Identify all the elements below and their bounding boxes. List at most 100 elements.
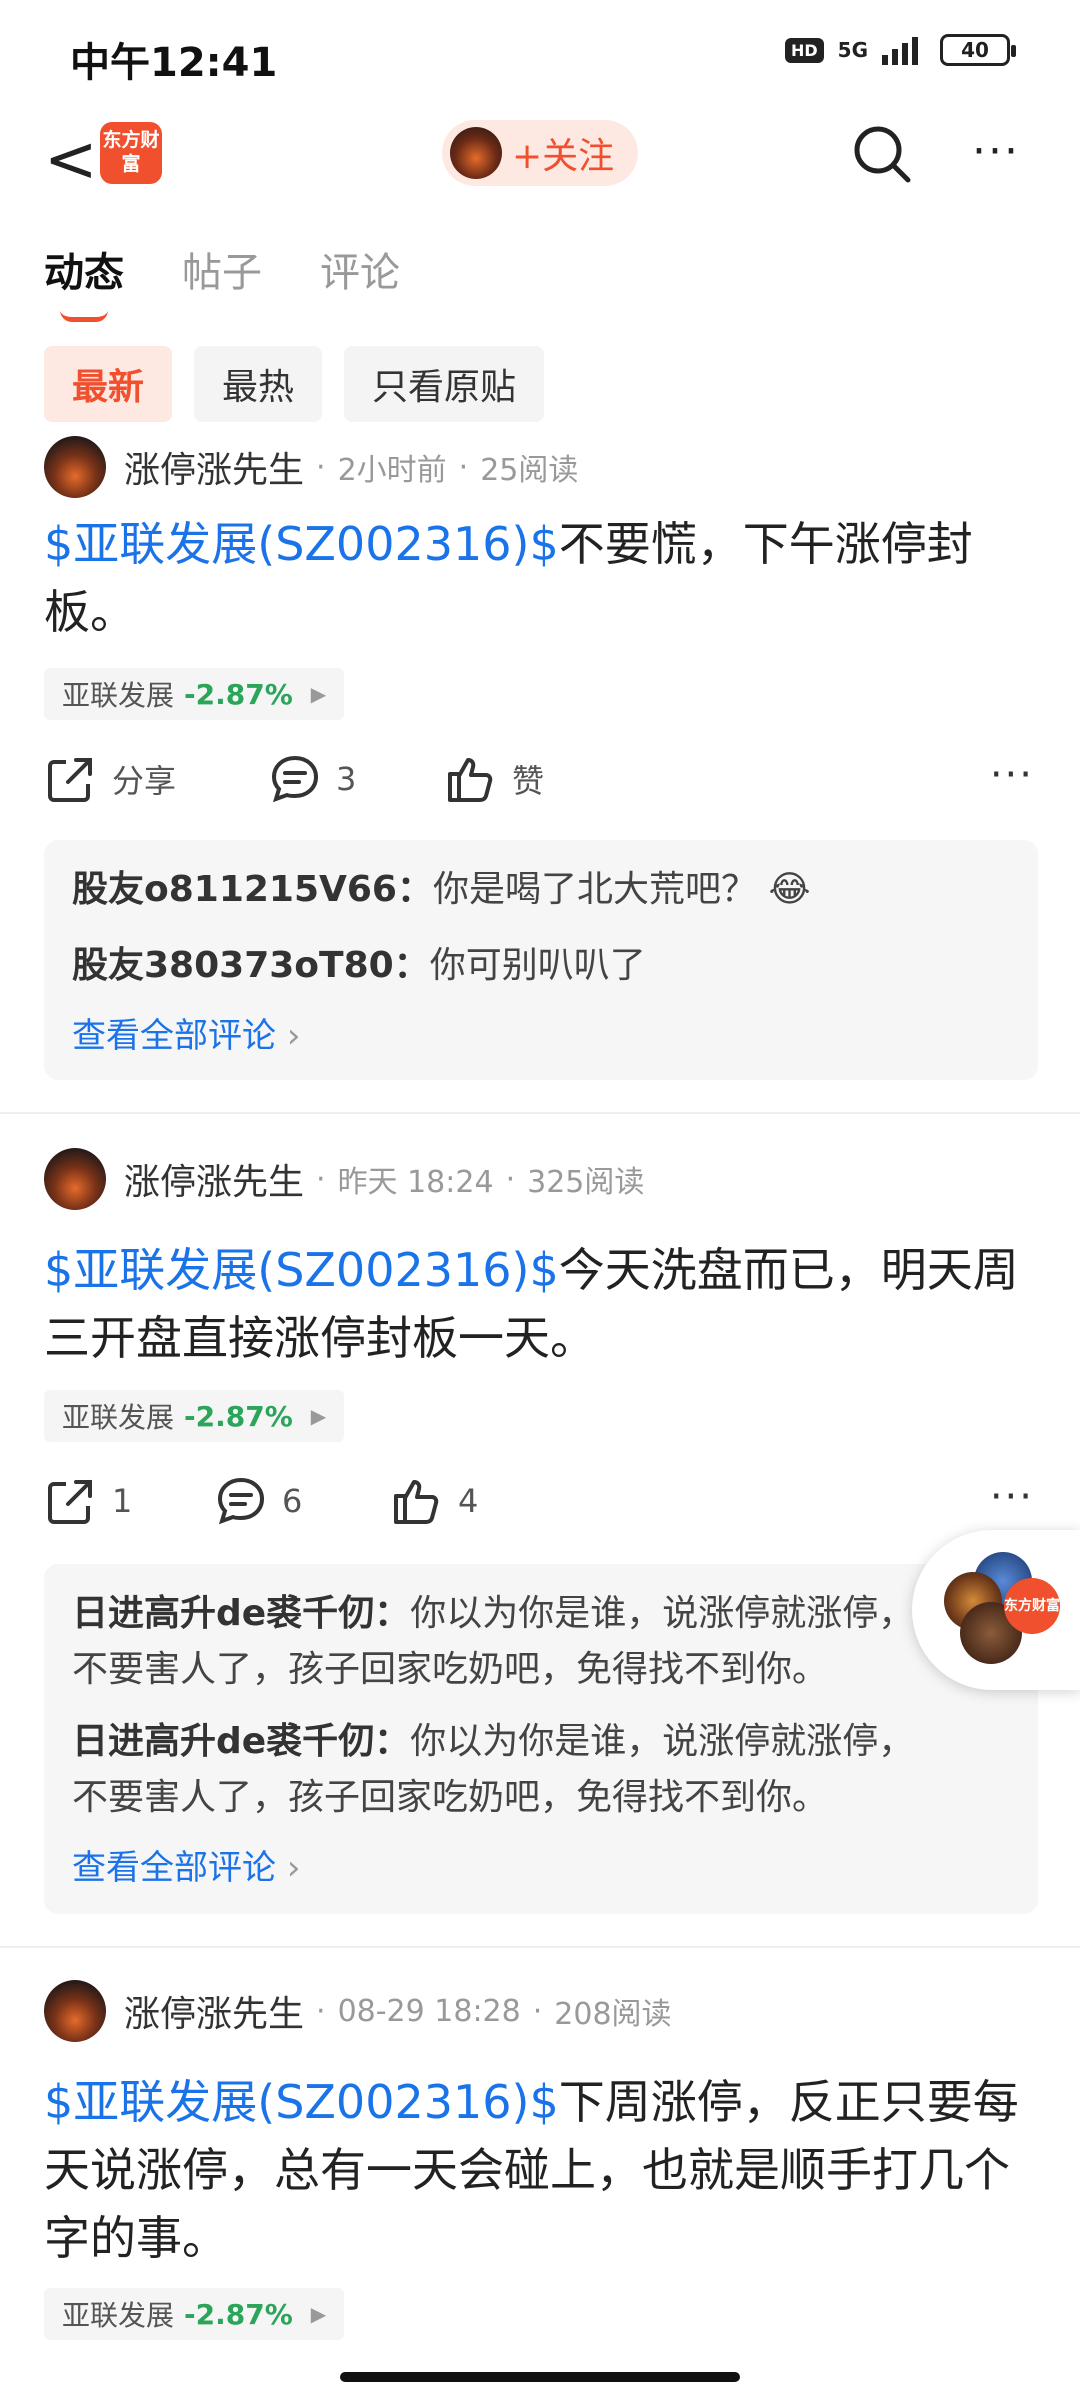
- tab-bar: 动态 帖子 评论: [44, 240, 400, 322]
- chevron-right-icon: ›: [286, 1848, 301, 1888]
- comment-user[interactable]: 股友o811215V66：: [72, 869, 433, 910]
- search-icon[interactable]: [852, 124, 912, 184]
- stock-tag[interactable]: $亚联发展(SZ002316)$: [44, 1243, 559, 1297]
- view-all-label: 查看全部评论: [72, 1016, 276, 1056]
- meta-sep: ·: [316, 449, 326, 485]
- comment-item: 日进高升de裘千仞：你以为你是谁，说涨停就涨停，不要害人了，孩子回家吃奶吧，免得…: [72, 1714, 1010, 1826]
- follow-button[interactable]: +关注: [442, 120, 638, 186]
- comment-button[interactable]: 6: [214, 1474, 302, 1528]
- tab-pinglun[interactable]: 评论: [320, 240, 400, 298]
- comment-item: 股友o811215V66：你是喝了北大荒吧？ 😂: [72, 862, 1010, 918]
- comment-preview[interactable]: 股友o811215V66：你是喝了北大荒吧？ 😂 股友380373oT80：你可…: [44, 840, 1038, 1080]
- post-time: 2小时前: [337, 453, 447, 488]
- read-count: 325阅读: [527, 1165, 645, 1200]
- stock-change: -2.87%: [184, 2297, 293, 2331]
- like-label: 赞: [512, 762, 545, 800]
- post-time: 08-29 18:28: [337, 1993, 521, 2029]
- back-icon[interactable]: <: [44, 128, 98, 192]
- avatar[interactable]: [44, 436, 106, 498]
- view-all-label: 查看全部评论: [72, 1848, 276, 1888]
- chevron-right-icon: ▶: [310, 1404, 327, 1428]
- laugh-emoji-icon: 😂: [768, 869, 811, 910]
- stock-chip[interactable]: 亚联发展 -2.87% ▶: [44, 2288, 345, 2340]
- comment-preview[interactable]: 日进高升de裘千仞：你以为你是谁，说涨停就涨停，不要害人了，孩子回家吃奶吧，免得…: [44, 1564, 1038, 1914]
- share-icon: [48, 1480, 92, 1524]
- share-count: 1: [112, 1482, 133, 1520]
- tab-label: 动态: [44, 250, 124, 296]
- chevron-right-icon: ›: [286, 1016, 301, 1056]
- stock-change: -2.87%: [184, 1399, 293, 1433]
- read-count: 25阅读: [480, 453, 579, 488]
- like-button[interactable]: 4: [390, 1474, 478, 1528]
- comment-text: 你可别叭叭了: [429, 945, 646, 986]
- action-bar: 1 6 4 ···: [44, 1474, 1034, 1544]
- view-all-comments-link[interactable]: 查看全部评论 ›: [72, 1008, 1010, 1057]
- comment-text: 你是喝了北大荒吧？: [433, 869, 758, 910]
- like-button[interactable]: 赞: [444, 752, 544, 806]
- app-logo: 东方财富: [100, 122, 162, 184]
- read-count: 208阅读: [554, 1997, 672, 2032]
- home-indicator[interactable]: [340, 2372, 740, 2382]
- comment-count: 3: [336, 760, 357, 798]
- comment-user[interactable]: 日进高升de裘千仞：: [72, 1721, 410, 1762]
- top-nav: < 东方财富 +关注 ···: [0, 110, 1080, 240]
- meta-sep: ·: [316, 1993, 326, 2029]
- comment-user[interactable]: 股友380373oT80：: [72, 945, 430, 986]
- tab-dongtai[interactable]: 动态: [44, 240, 124, 322]
- thumbs-up-icon: [448, 758, 493, 802]
- meta-sep: ·: [532, 1993, 543, 2029]
- more-icon[interactable]: ···: [990, 1474, 1034, 1520]
- comment-icon: [217, 1477, 265, 1525]
- chevron-right-icon: ▶: [310, 682, 327, 706]
- comment-user[interactable]: 日进高升de裘千仞：: [72, 1593, 410, 1634]
- post-body[interactable]: $亚联发展(SZ002316)$今天洗盘而已，明天周三开盘直接涨停封板一天。: [44, 1236, 1034, 1372]
- follow-label: +关注: [512, 136, 615, 177]
- view-all-comments-link[interactable]: 查看全部评论 ›: [72, 1840, 1010, 1889]
- filter-bar: 最新 最热 只看原贴: [44, 346, 545, 422]
- stock-name: 亚联发展: [62, 1401, 175, 1434]
- action-bar: 分享 3 赞 ···: [44, 752, 1034, 822]
- network-icon: 5G: [837, 38, 868, 62]
- more-icon[interactable]: ···: [972, 126, 1020, 177]
- thumbs-up-icon: [394, 1480, 439, 1524]
- comment-button[interactable]: 3: [268, 752, 356, 806]
- post-meta: 涨停涨先生 · 08-29 18:28 · 208阅读: [44, 1980, 672, 2042]
- filter-latest[interactable]: 最新: [44, 346, 173, 422]
- author-name[interactable]: 涨停涨先生: [124, 1985, 304, 2037]
- avatar[interactable]: [44, 1980, 106, 2042]
- share-button[interactable]: 分享: [44, 752, 176, 806]
- tab-label: 评论: [320, 250, 400, 296]
- comment-count: 6: [282, 1482, 303, 1520]
- avatar[interactable]: [44, 1148, 106, 1210]
- status-icons: HD 5G 40: [784, 34, 1016, 66]
- divider: [0, 1112, 1080, 1114]
- share-button[interactable]: 1: [44, 1474, 132, 1528]
- status-time: 中午12:41: [70, 40, 278, 86]
- stock-chip[interactable]: 亚联发展 -2.87% ▶: [44, 668, 345, 720]
- tab-indicator: [60, 310, 108, 322]
- author-name[interactable]: 涨停涨先生: [124, 1153, 304, 1205]
- meta-sep: ·: [316, 1161, 326, 1197]
- battery-icon: 40: [940, 34, 1016, 66]
- stock-change: -2.87%: [184, 677, 293, 711]
- post-body[interactable]: $亚联发展(SZ002316)$不要慌，下午涨停封板。: [44, 510, 1034, 646]
- filter-hot[interactable]: 最热: [194, 346, 323, 422]
- more-icon[interactable]: ···: [990, 752, 1034, 798]
- post-meta: 涨停涨先生 · 2小时前 · 25阅读: [44, 436, 578, 498]
- stock-tag[interactable]: $亚联发展(SZ002316)$: [44, 517, 559, 571]
- status-bar: 中午12:41 HD 5G 40: [0, 0, 1080, 110]
- tab-tiezi[interactable]: 帖子: [182, 240, 262, 298]
- floating-widget[interactable]: 东方财富: [912, 1530, 1080, 1690]
- hd-icon: HD: [784, 37, 824, 63]
- tab-label: 帖子: [182, 250, 262, 296]
- post-body[interactable]: $亚联发展(SZ002316)$下周涨停，反正只要每天说涨停，总有一天会碰上，也…: [44, 2068, 1034, 2272]
- meta-sep: ·: [458, 449, 469, 485]
- comment-item: 股友380373oT80：你可别叭叭了: [72, 938, 1010, 994]
- stock-chip[interactable]: 亚联发展 -2.87% ▶: [44, 1390, 345, 1442]
- stock-tag[interactable]: $亚联发展(SZ002316)$: [44, 2075, 559, 2129]
- author-name[interactable]: 涨停涨先生: [124, 441, 304, 493]
- post-time: 昨天 18:24: [337, 1165, 494, 1200]
- divider: [0, 1946, 1080, 1948]
- filter-original[interactable]: 只看原贴: [344, 346, 545, 422]
- stock-name: 亚联发展: [62, 2299, 175, 2332]
